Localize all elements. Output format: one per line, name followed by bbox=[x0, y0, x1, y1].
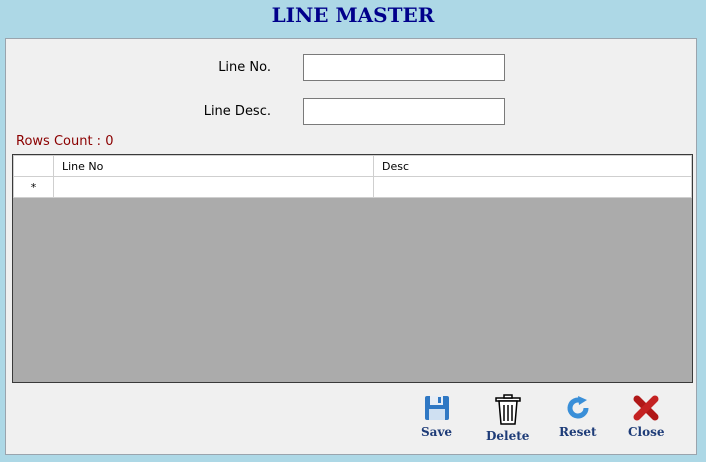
column-header-desc[interactable]: Desc bbox=[373, 155, 692, 177]
new-row-desc-cell[interactable] bbox=[373, 176, 692, 198]
new-row-marker[interactable]: * bbox=[13, 176, 54, 198]
line-no-input[interactable] bbox=[303, 54, 505, 81]
line-desc-label: Line Desc. bbox=[203, 104, 271, 119]
column-header-line-no[interactable]: Line No bbox=[53, 155, 374, 177]
reset-label: Reset bbox=[559, 425, 597, 439]
line-grid[interactable]: Line No Desc * bbox=[12, 154, 693, 383]
new-row[interactable]: * bbox=[13, 176, 692, 198]
line-no-label: Line No. bbox=[218, 60, 271, 75]
close-button[interactable]: Close bbox=[628, 394, 665, 439]
line-desc-input[interactable] bbox=[303, 98, 505, 125]
save-label: Save bbox=[421, 425, 453, 439]
delete-button[interactable]: Delete bbox=[486, 394, 529, 443]
new-row-line-no-cell[interactable] bbox=[53, 176, 374, 198]
rows-count-label: Rows Count : 0 bbox=[16, 134, 114, 149]
window-title: LINE MASTER bbox=[271, 3, 435, 27]
row-header-corner[interactable] bbox=[13, 155, 54, 177]
refresh-icon bbox=[567, 396, 589, 419]
reset-button[interactable]: Reset bbox=[559, 394, 597, 439]
delete-label: Delete bbox=[486, 429, 530, 443]
save-button[interactable]: Save bbox=[421, 394, 452, 439]
grid-header-row: Line No Desc bbox=[13, 155, 692, 177]
form-panel: Line No. Line Desc. Rows Count : 0 Line … bbox=[5, 38, 697, 455]
floppy-disk-icon bbox=[424, 396, 449, 420]
trash-can-icon bbox=[494, 394, 521, 425]
red-x-icon bbox=[633, 395, 659, 421]
close-label: Close bbox=[628, 425, 665, 439]
